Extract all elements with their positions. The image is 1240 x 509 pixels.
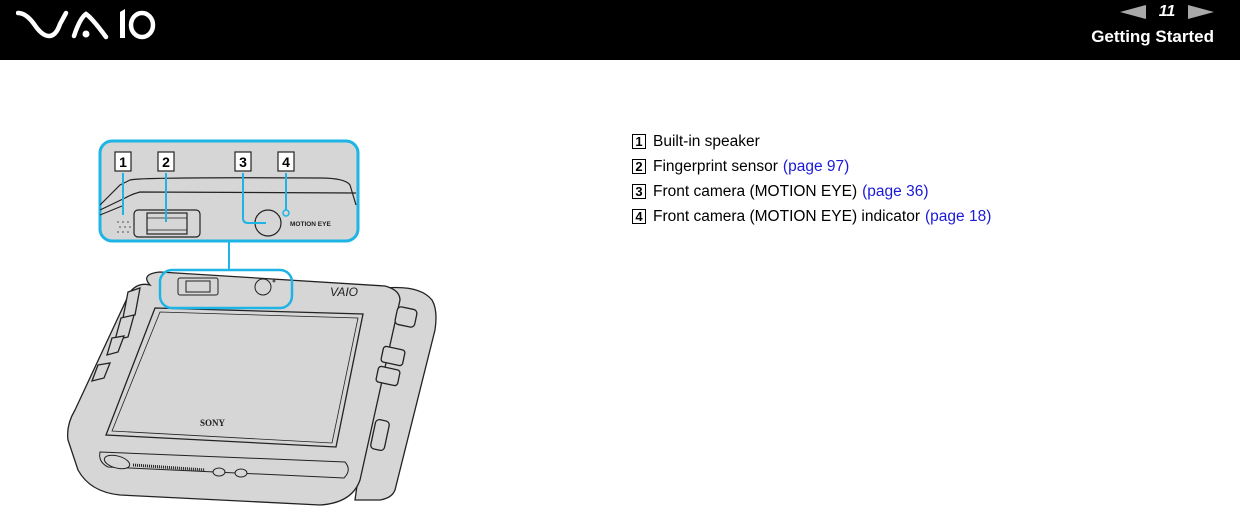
device-figure: MOTION EYE 1 2 3 4 VAIO SONY — [0, 60, 520, 509]
callout-detail: MOTION EYE — [98, 139, 360, 270]
vaio-logo — [16, 9, 156, 40]
legend-item-speaker: 1 Built-in speaker — [632, 129, 991, 154]
page-number: 11 — [1158, 3, 1176, 20]
page-navigation: 11 — [1120, 2, 1214, 22]
next-page-icon[interactable] — [1188, 5, 1214, 19]
legend-text: Front camera (MOTION EYE) — [653, 182, 858, 200]
page-link[interactable]: (page 36) — [862, 183, 928, 201]
page-link[interactable]: (page 18) — [925, 208, 991, 226]
svg-text:2: 2 — [162, 154, 170, 170]
callout-number-3: 3 — [234, 151, 252, 172]
legend-text: Fingerprint sensor — [653, 157, 778, 175]
device-illustration: MOTION EYE 1 2 3 4 VAIO SONY — [67, 139, 437, 506]
page-link[interactable]: (page 97) — [783, 158, 849, 176]
svg-text:1: 1 — [119, 154, 127, 170]
callout-number-4: 4 — [277, 151, 295, 172]
legend-number-box: 4 — [632, 209, 646, 224]
device-body — [67, 268, 437, 506]
legend-item-camera-indicator: 4 Front camera (MOTION EYE) indicator (p… — [632, 204, 991, 229]
legend-number-box: 1 — [632, 134, 646, 149]
svg-text:3: 3 — [239, 154, 247, 170]
previous-page-icon[interactable] — [1120, 5, 1146, 19]
legend-number-box: 2 — [632, 159, 646, 174]
svg-text:4: 4 — [282, 154, 290, 170]
callout-number-1: 1 — [114, 151, 132, 172]
callout-number-2: 2 — [157, 151, 175, 172]
legend-text: Front camera (MOTION EYE) indicator — [653, 207, 921, 225]
motion-eye-label: MOTION EYE — [290, 221, 331, 228]
legend-item-fingerprint: 2 Fingerprint sensor (page 97) — [632, 154, 991, 179]
component-legend: 1 Built-in speaker 2 Fingerprint sensor … — [632, 129, 991, 229]
device-sony-logo: SONY — [200, 418, 226, 428]
section-title: Getting Started — [1091, 27, 1214, 46]
legend-text: Built-in speaker — [653, 132, 760, 150]
device-vaio-logo: VAIO — [330, 285, 358, 299]
page-header: 11 Getting Started — [0, 0, 1240, 60]
legend-number-box: 3 — [632, 184, 646, 199]
legend-item-camera: 3 Front camera (MOTION EYE) (page 36) — [632, 179, 991, 204]
